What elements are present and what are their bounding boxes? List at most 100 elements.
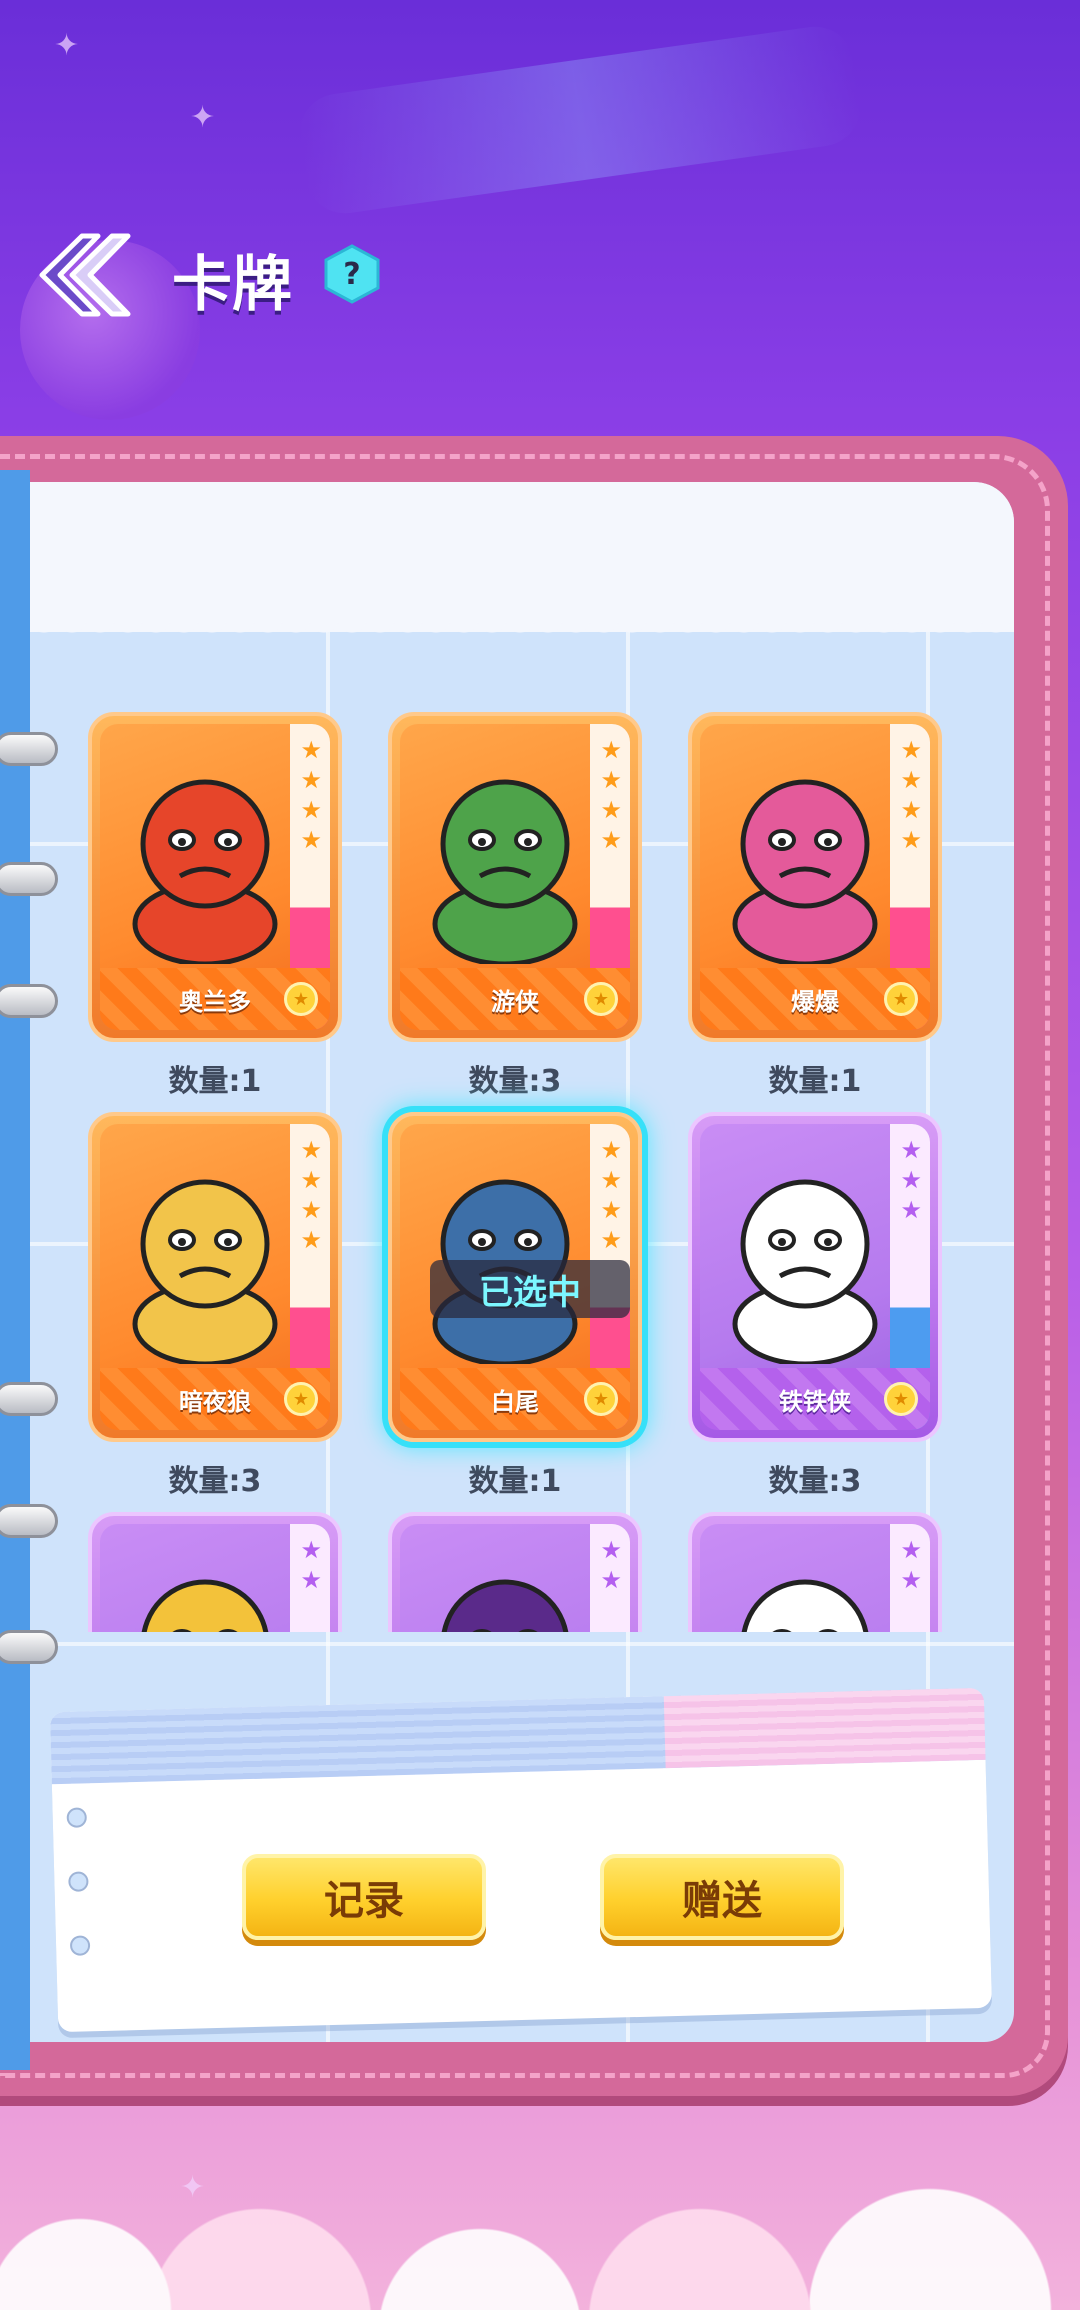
binder-ring <box>0 1504 58 1538</box>
binder-ring <box>0 1630 58 1664</box>
card-cell: ★ ★ ★ ★ 爆爆 ★ 数量:1 <box>688 712 950 1100</box>
help-button[interactable]: ? <box>324 244 380 304</box>
background-clouds <box>0 2160 1080 2310</box>
card-face: ★★★ <box>100 1524 330 1632</box>
card-cell: ★★★ <box>688 1512 950 1632</box>
back-button[interactable] <box>36 232 132 318</box>
character-card[interactable]: ★ ★ ★ 铁铁侠 ★ <box>688 1112 942 1442</box>
character-illustration <box>732 1179 878 1364</box>
star-icon: ★ <box>300 796 322 824</box>
character-card[interactable]: ★ ★ ★ ★ 奥兰多 ★ <box>88 712 342 1042</box>
card-name: 奥兰多 <box>179 987 251 1016</box>
star-icon: ★ <box>900 736 922 764</box>
card-name: 铁铁侠 <box>779 1387 851 1416</box>
background-star: ✦ <box>190 100 216 135</box>
character-illustration <box>732 779 878 964</box>
star-icon: ★ <box>600 1226 622 1254</box>
note-hole <box>66 1807 87 1828</box>
medal-icon: ★ <box>884 1382 918 1416</box>
star-icon: ★ <box>900 1566 922 1594</box>
character-card[interactable]: ★ ★ ★ ★ 爆爆 ★ <box>688 712 942 1042</box>
card-face: ★★★ <box>700 1524 930 1632</box>
star-icon: ★ <box>300 1226 322 1254</box>
card-face: ★ ★ ★ ★ 爆爆 ★ <box>700 724 930 1030</box>
card-cell: ★★★ <box>388 1512 650 1632</box>
card-cell: ★★★ <box>88 1512 350 1632</box>
page-header-strip <box>30 482 1014 646</box>
star-icon: ★ <box>600 826 622 854</box>
card-face: ★ ★ ★ ★ 暗夜狼 ★ <box>100 1124 330 1430</box>
star-icon: ★ <box>600 766 622 794</box>
double-chevron-left-icon <box>39 233 131 317</box>
card-face: ★ ★ ★ ★ 白尾 ★ 已选中 <box>400 1124 630 1430</box>
card-count-label: 数量:1 <box>768 1064 862 1099</box>
medal-icon: ★ <box>284 1382 318 1416</box>
character-card[interactable]: ★ ★ ★ ★ 白尾 ★ 已选中 <box>388 1112 642 1442</box>
character-illustration <box>132 1179 278 1364</box>
star-icon: ★ <box>900 1536 922 1564</box>
rarity-stars: ★ ★ ★ ★ <box>600 738 622 852</box>
medal-icon: ★ <box>584 1382 618 1416</box>
card-count-label: 数量:3 <box>768 1464 862 1499</box>
card-cell: ★ ★ ★ ★ 暗夜狼 ★ 数量:3 <box>88 1112 350 1500</box>
character-card[interactable]: ★ ★ ★ ★ 游侠 ★ <box>388 712 642 1042</box>
record-button[interactable]: 记录 <box>242 1854 486 1940</box>
note-hole <box>68 1871 89 1892</box>
gift-button[interactable]: 赠送 <box>600 1854 844 1940</box>
star-icon: ★ <box>300 736 322 764</box>
rarity-stars: ★ ★ ★ ★ <box>600 1138 622 1252</box>
card-count-label: 数量:3 <box>168 1464 262 1499</box>
character-card[interactable]: ★★★ <box>688 1512 942 1632</box>
selected-badge: 已选中 <box>430 1260 630 1318</box>
star-icon: ★ <box>600 1566 622 1594</box>
character-card[interactable]: ★ ★ ★ ★ 暗夜狼 ★ <box>88 1112 342 1442</box>
rarity-stars: ★ ★ ★ ★ <box>300 738 322 852</box>
card-face: ★ ★ ★ ★ 奥兰多 ★ <box>100 724 330 1030</box>
card-cell: ★ ★ ★ ★ 白尾 ★ 已选中 数量:1 <box>388 1112 650 1500</box>
binder-ring <box>0 984 58 1018</box>
rarity-stars: ★ ★ <box>600 1538 622 1592</box>
card-cell: ★ ★ ★ 铁铁侠 ★ 数量:3 <box>688 1112 950 1500</box>
star-icon: ★ <box>600 736 622 764</box>
star-icon: ★ <box>600 1536 622 1564</box>
help-icon: ? <box>324 244 380 304</box>
star-icon: ★ <box>600 796 622 824</box>
star-icon: ★ <box>300 826 322 854</box>
binder-ring <box>0 862 58 896</box>
character-illustration <box>432 1179 578 1364</box>
star-icon: ★ <box>900 1166 922 1194</box>
star-icon: ★ <box>600 1166 622 1194</box>
background-star: ✦ <box>54 28 80 63</box>
page-title: 卡牌 <box>172 250 292 320</box>
character-card[interactable]: ★★★ <box>88 1512 342 1632</box>
card-grid: ★ ★ ★ ★ 奥兰多 ★ 数量:1 ★ ★ ★ ★ 游侠 ★ 数量:3 ★ ★ ★ ★ 爆爆 ★ 数量:1 ★ ★ ★ ★ 暗夜… <box>88 712 988 1632</box>
card-cell: ★ ★ ★ ★ 游侠 ★ 数量:3 <box>388 712 650 1100</box>
card-name: 暗夜狼 <box>179 1387 251 1416</box>
star-icon: ★ <box>600 1196 622 1224</box>
star-icon: ★ <box>900 1196 922 1224</box>
card-count-label: 数量:3 <box>468 1064 562 1099</box>
star-icon: ★ <box>300 1566 322 1594</box>
action-note-paper <box>49 1687 993 2033</box>
help-label: ? <box>343 257 360 292</box>
star-icon: ★ <box>900 796 922 824</box>
rarity-stars: ★ ★ ★ <box>900 1138 922 1222</box>
star-icon: ★ <box>300 766 322 794</box>
character-illustration <box>141 1579 269 1632</box>
medal-icon: ★ <box>284 982 318 1016</box>
star-icon: ★ <box>900 766 922 794</box>
star-icon: ★ <box>300 1166 322 1194</box>
card-name: 爆爆 <box>791 987 839 1016</box>
rarity-stars: ★ ★ <box>900 1538 922 1592</box>
background-spaceship <box>294 21 866 219</box>
character-illustration <box>741 1579 869 1632</box>
card-face: ★ ★ ★ ★ 游侠 ★ <box>400 724 630 1030</box>
medal-icon: ★ <box>584 982 618 1016</box>
notebook-spine <box>0 470 30 2070</box>
card-face: ★ ★ ★ 铁铁侠 ★ <box>700 1124 930 1430</box>
character-card[interactable]: ★★★ <box>388 1512 642 1632</box>
star-icon: ★ <box>900 826 922 854</box>
star-icon: ★ <box>600 1136 622 1164</box>
star-icon: ★ <box>300 1136 322 1164</box>
binder-ring <box>0 1382 58 1416</box>
